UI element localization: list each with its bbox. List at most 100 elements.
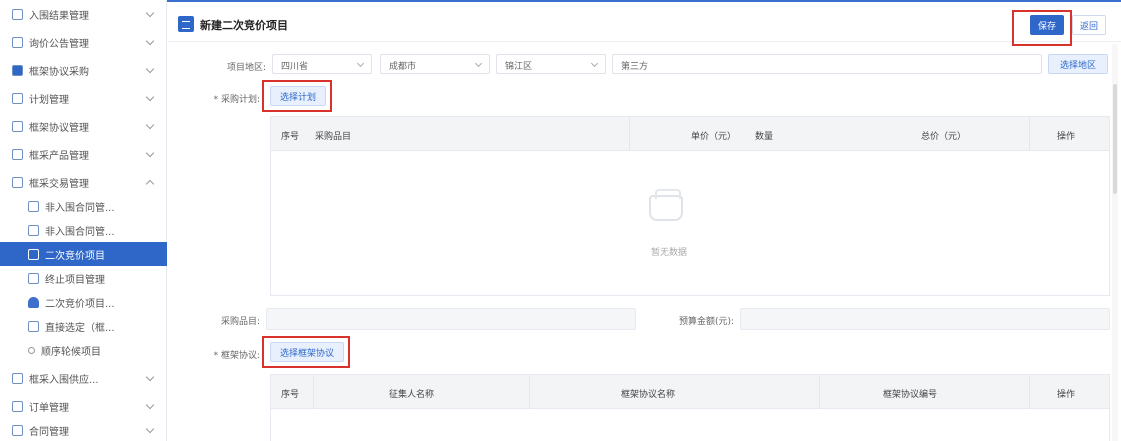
city-value: 成都市 <box>389 62 417 72</box>
person-icon <box>28 296 39 308</box>
sidebar-item-secondary-bidding-2[interactable]: 二次竞价项目... <box>0 290 167 314</box>
calendar-icon <box>12 92 23 104</box>
sidebar-item-terminated-projects[interactable]: 终止项目管理 <box>0 266 167 290</box>
sidebar-item-admitted-suppliers[interactable]: 框采入围供应... <box>0 366 167 390</box>
sidebar-item-non-admission-contract-1[interactable]: 非入围合同管... <box>0 194 167 218</box>
sidebar-item-agreement[interactable]: 框架协议管理 <box>0 114 167 138</box>
sidebar-item-label: 框采交易管理 <box>29 178 89 190</box>
page-title: 新建二次竞价项目 <box>200 19 288 32</box>
sidebar-item-label: 顺序轮候项目 <box>41 346 101 358</box>
top-accent-line <box>0 0 1121 2</box>
column-header: 采购品目 <box>315 132 352 142</box>
chevron-up-icon <box>145 179 155 189</box>
chevron-down-icon <box>145 64 155 74</box>
region-label: 项目地区: <box>226 63 266 73</box>
document-icon <box>28 200 39 212</box>
sidebar-item-label: 直接选定（框... <box>45 322 115 334</box>
users-icon <box>28 248 39 260</box>
select-region-button[interactable]: 选择地区 <box>1048 54 1108 74</box>
chevron-down-icon <box>145 8 155 18</box>
budget-input[interactable] <box>740 308 1110 330</box>
column-divider <box>529 375 530 409</box>
sidebar-item-products[interactable]: 框采产品管理 <box>0 142 167 166</box>
stop-icon <box>28 272 39 284</box>
column-header: 框架协议编号 <box>883 390 938 400</box>
chevron-down-icon <box>145 372 155 382</box>
chevron-down-icon <box>145 120 155 130</box>
column-header: 数量 <box>755 132 774 142</box>
sidebar-item-contracts[interactable]: 合同管理 <box>0 418 167 441</box>
order-icon <box>12 400 23 412</box>
notice-icon <box>12 36 23 48</box>
back-button[interactable]: 返回 <box>1072 15 1106 35</box>
sidebar-item-label: 询价公告管理 <box>29 38 89 50</box>
plan-table-header: 序号 采购品目 单价（元） 数量 总价（元） 操作 <box>271 117 1109 151</box>
document-icon <box>12 8 23 20</box>
chevron-down-icon <box>145 148 155 158</box>
sidebar: 入围结果管理 询价公告管理 框架协议采购 计划管理 框架协议管理 框采产品管理 … <box>0 0 167 441</box>
plan-table: 序号 采购品目 单价（元） 数量 总价（元） 操作 暂无数据 <box>270 116 1110 296</box>
column-divider <box>819 375 820 409</box>
column-header: 征集人名称 <box>389 390 435 400</box>
column-header: 序号 <box>281 132 300 142</box>
empty-state-text: 暂无数据 <box>651 248 688 258</box>
district-select[interactable]: 锦江区 <box>496 54 606 74</box>
budget-label: 预算金额(元): <box>678 317 734 327</box>
column-divider <box>1029 375 1030 409</box>
item-input[interactable] <box>266 308 636 330</box>
district-value: 锦江区 <box>505 62 533 72</box>
column-header: 序号 <box>281 390 300 400</box>
select-icon <box>28 320 39 332</box>
sidebar-item-direct-selection[interactable]: 直接选定（框... <box>0 314 167 338</box>
chevron-down-icon <box>145 92 155 102</box>
sidebar-item-admission-results[interactable]: 入围结果管理 <box>0 2 167 26</box>
sidebar-item-secondary-bidding[interactable]: 二次竞价项目 <box>0 242 167 266</box>
chevron-down-icon <box>145 400 155 410</box>
circle-icon <box>28 346 35 354</box>
province-select[interactable]: 四川省 <box>272 54 372 74</box>
sidebar-item-label: 计划管理 <box>29 94 69 106</box>
sidebar-item-label: 框架协议管理 <box>29 122 89 134</box>
chevron-down-icon <box>145 36 155 46</box>
sidebar-item-plan[interactable]: 计划管理 <box>0 86 167 110</box>
sidebar-item-label: 终止项目管理 <box>45 274 105 286</box>
chevron-down-icon <box>145 424 155 434</box>
column-header: 单价（元） <box>691 132 737 142</box>
agreement-icon <box>12 120 23 132</box>
sidebar-item-label: 二次竞价项目 <box>45 250 105 262</box>
third-party-value: 第三方 <box>621 62 649 72</box>
highlight-box-agreement <box>262 336 350 368</box>
sidebar-item-label: 入围结果管理 <box>29 10 89 22</box>
sidebar-item-inquiry-notice[interactable]: 询价公告管理 <box>0 30 167 54</box>
sidebar-item-label: 框架协议采购 <box>29 66 89 78</box>
column-divider <box>1029 117 1030 151</box>
sidebar-item-label: 框采产品管理 <box>29 150 89 162</box>
sidebar-item-orders[interactable]: 订单管理 <box>0 394 167 418</box>
plan-label: * 采购计划: <box>213 95 260 105</box>
column-header: 操作 <box>1057 132 1076 142</box>
empty-box-icon <box>649 189 683 221</box>
folder-icon <box>12 176 23 188</box>
sidebar-item-sequential-rotation[interactable]: 顺序轮候项目 <box>0 338 167 362</box>
list-icon <box>178 16 194 32</box>
third-party-select[interactable]: 第三方 <box>612 54 1042 74</box>
highlight-box-plan <box>262 80 332 112</box>
province-value: 四川省 <box>281 62 309 72</box>
box-icon <box>12 148 23 160</box>
chevron-down-icon <box>474 59 483 68</box>
column-header: 操作 <box>1057 390 1076 400</box>
sidebar-item-non-admission-contract-2[interactable]: 非入围合同管... <box>0 218 167 242</box>
scrollbar-thumb[interactable] <box>1113 84 1117 194</box>
document-icon <box>28 224 39 236</box>
sidebar-item-transactions[interactable]: 框采交易管理 <box>0 170 167 194</box>
city-select[interactable]: 成都市 <box>380 54 490 74</box>
agreement-label: * 框架协议: <box>213 351 260 361</box>
sidebar-item-label: 二次竞价项目... <box>45 298 115 310</box>
column-header: 总价（元） <box>921 132 967 142</box>
sidebar-item-framework-procurement[interactable]: 框架协议采购 <box>0 58 167 82</box>
chevron-down-icon <box>356 59 365 68</box>
column-divider <box>629 117 630 151</box>
sidebar-item-label: 非入围合同管... <box>45 226 115 238</box>
sidebar-item-label: 合同管理 <box>29 426 69 438</box>
supplier-icon <box>12 372 23 384</box>
